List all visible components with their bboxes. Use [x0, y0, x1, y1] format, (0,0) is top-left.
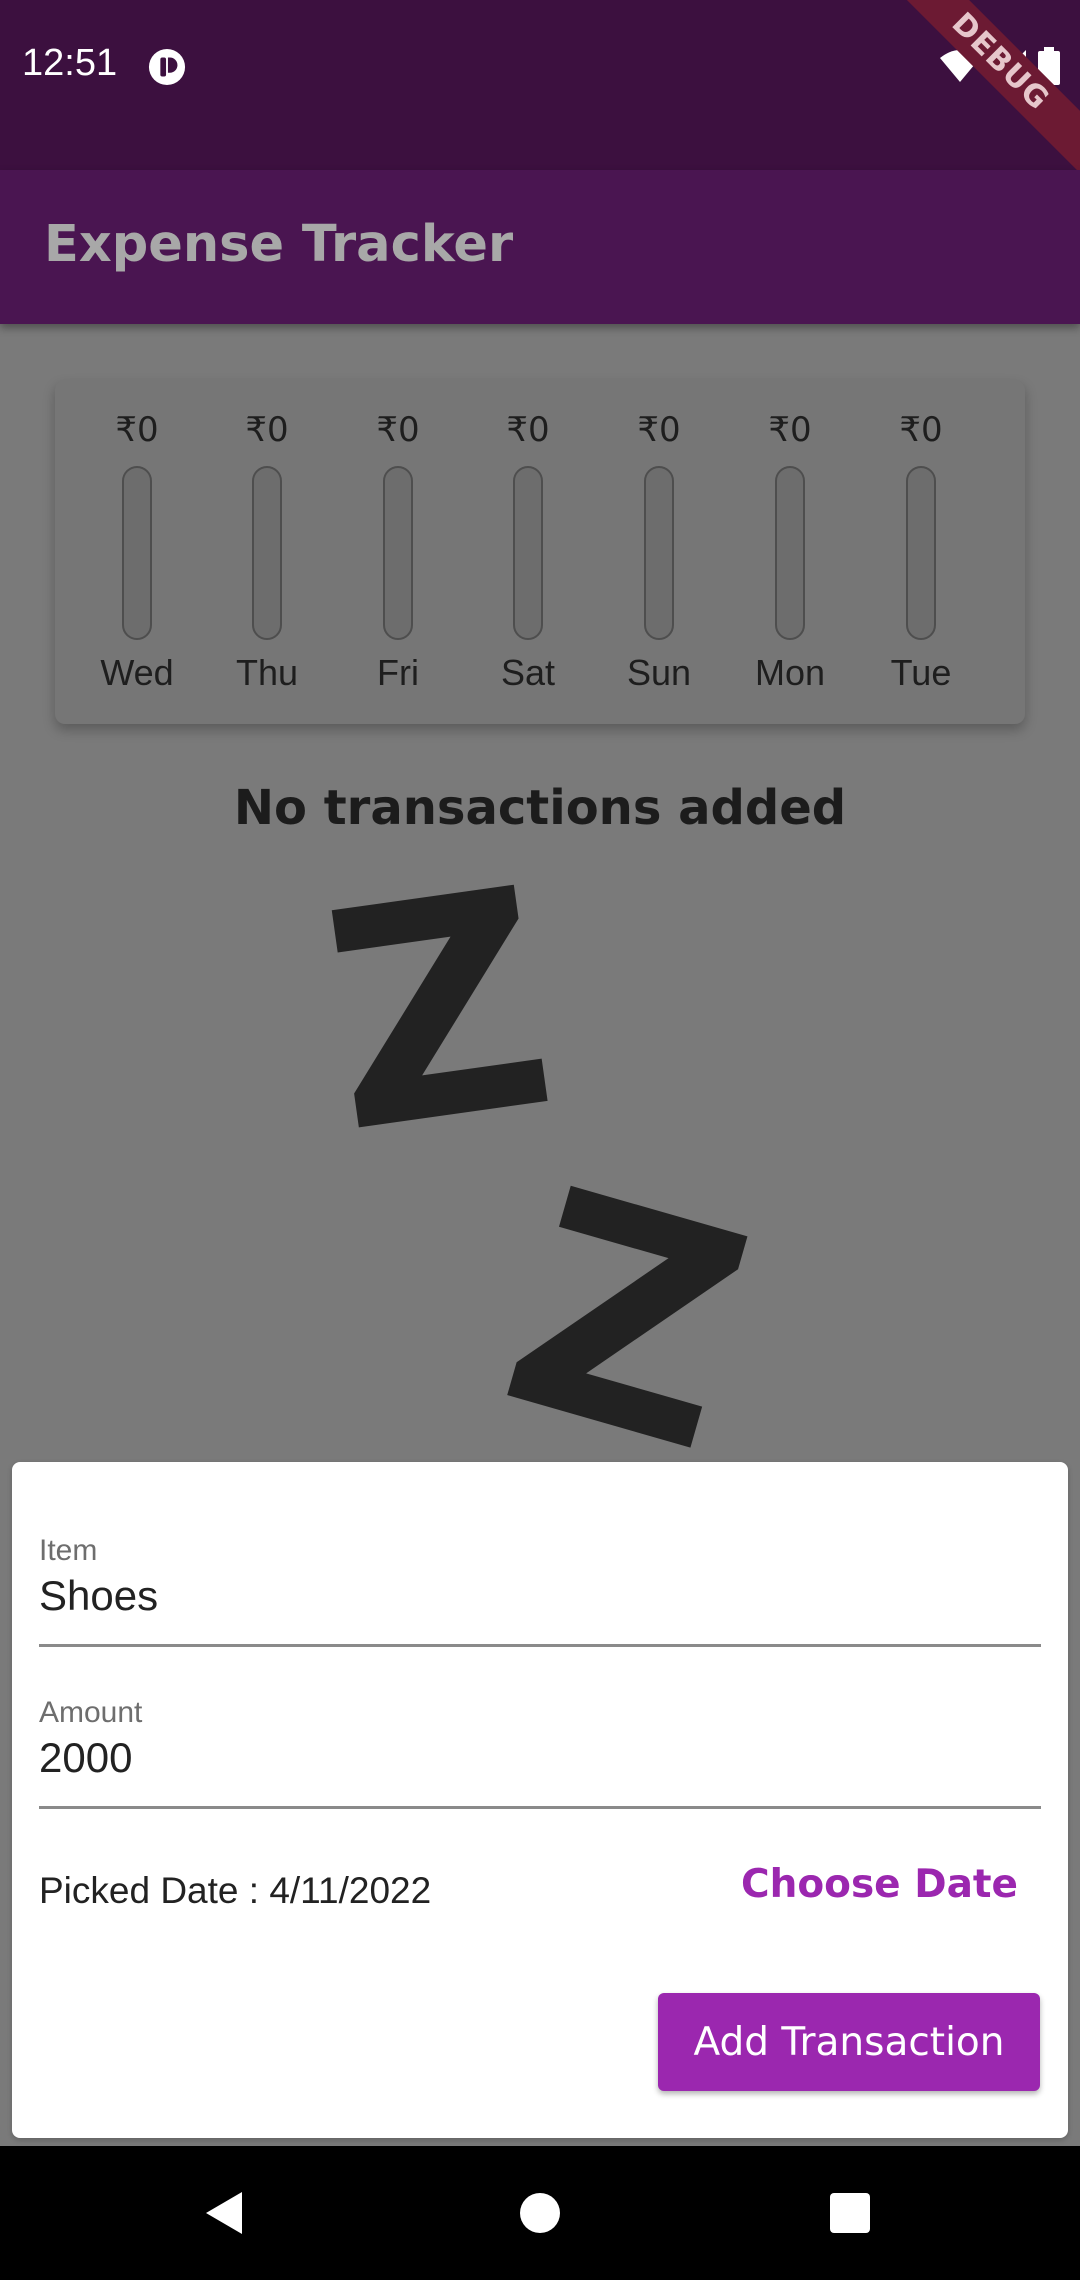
add-transaction-button[interactable]: Add Transaction	[658, 1993, 1040, 2091]
back-icon[interactable]	[190, 2178, 260, 2248]
picked-date-text: Picked Date : 4/11/2022	[39, 1870, 432, 1911]
home-icon[interactable]	[505, 2178, 575, 2248]
item-field[interactable]: Item	[39, 1514, 1041, 1647]
z-letter-1: Z	[307, 824, 571, 1200]
sleeping-z-illustration: Z Z	[307, 824, 780, 1448]
item-label: Item	[39, 1534, 98, 1567]
choose-date-button[interactable]: Choose Date	[741, 1862, 1018, 1907]
amount-input[interactable]	[39, 1734, 1041, 1782]
recents-icon[interactable]	[815, 2178, 885, 2248]
navigation-bar	[0, 2146, 1080, 2280]
amount-field[interactable]: Amount	[39, 1676, 1041, 1809]
item-input[interactable]	[39, 1572, 1041, 1620]
new-transaction-sheet: Item Amount Picked Date : 4/11/2022 Choo…	[12, 1462, 1068, 2138]
amount-label: Amount	[39, 1696, 143, 1729]
